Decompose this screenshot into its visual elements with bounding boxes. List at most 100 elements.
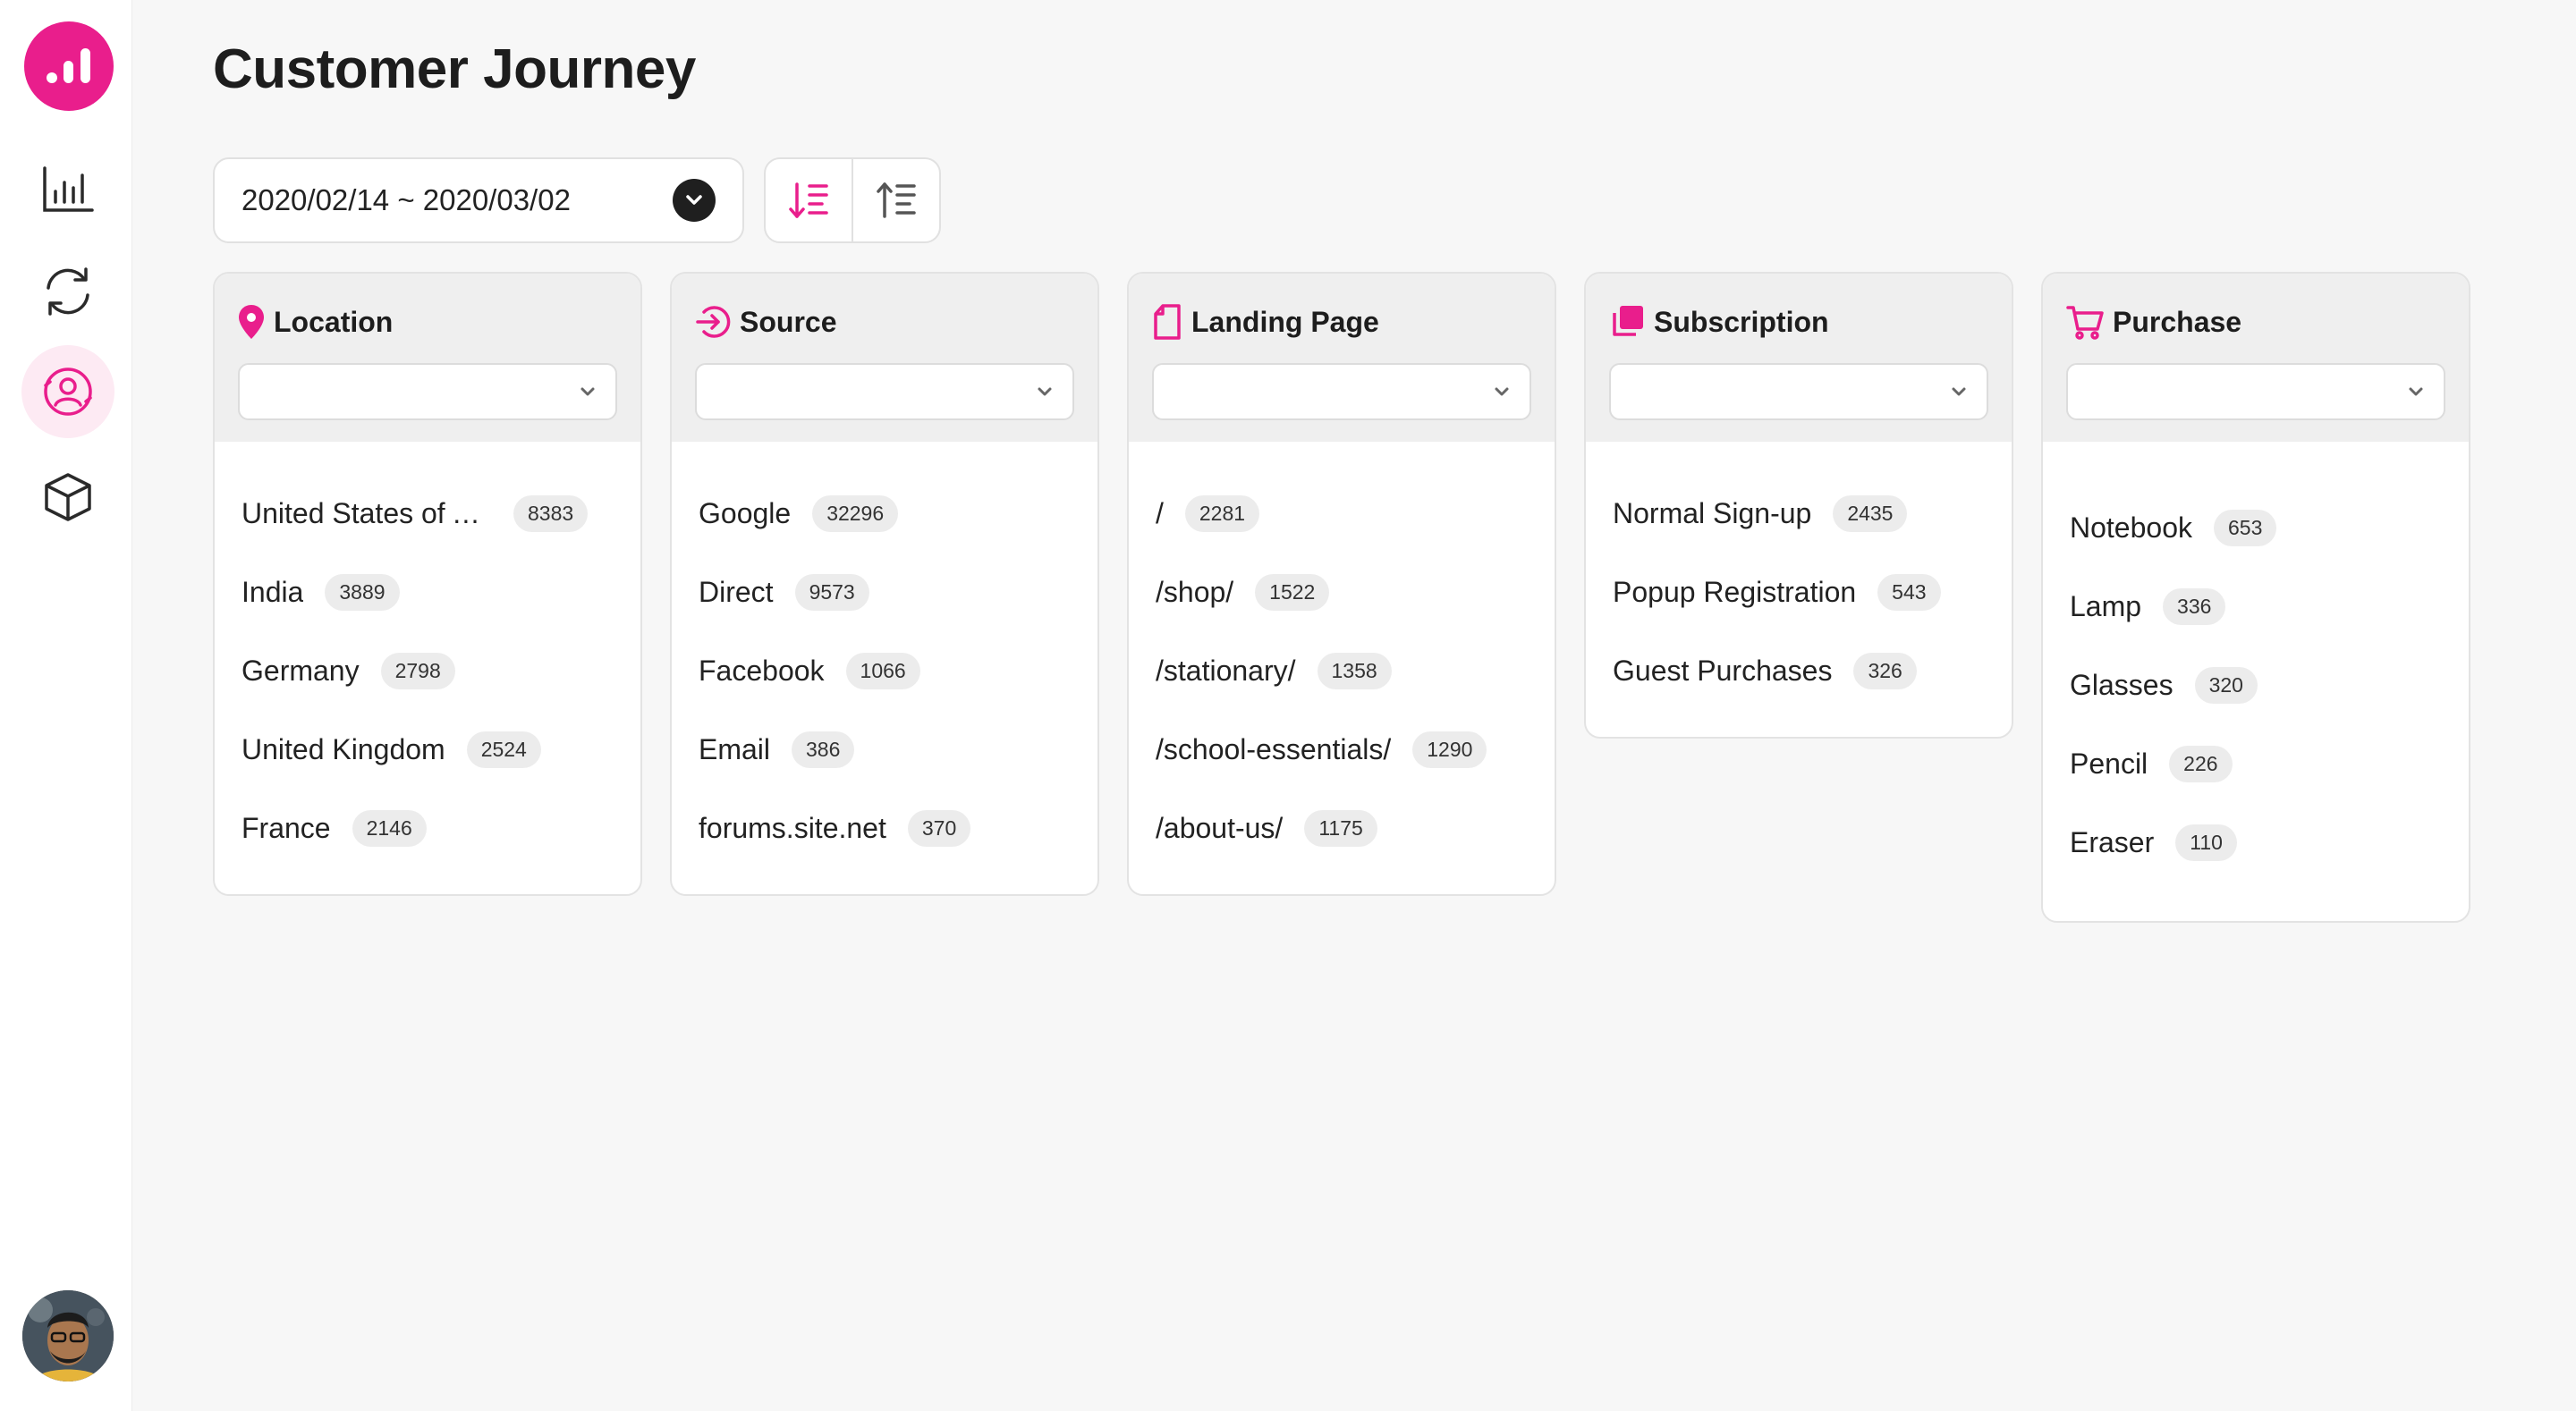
list-item[interactable]: /shop/1522	[1156, 553, 1528, 631]
card-header: Location	[215, 274, 640, 442]
item-label: /shop/	[1156, 575, 1234, 608]
count-badge: 1066	[845, 652, 920, 689]
count-badge: 3889	[325, 573, 400, 611]
date-range-picker[interactable]: 2020/02/14 ~ 2020/03/02	[213, 157, 744, 243]
item-label: Glasses	[2070, 668, 2174, 701]
count-badge: 32296	[812, 494, 899, 532]
list-item[interactable]: Google 32296	[699, 474, 1071, 553]
card-header: Source	[672, 274, 1097, 442]
list-item[interactable]: United States of A... 8383	[242, 474, 614, 553]
item-label: France	[242, 811, 331, 844]
logo-bars-icon	[47, 48, 90, 83]
list-item[interactable]: United Kingdom 2524	[242, 710, 614, 789]
card-title: Landing Page	[1152, 302, 1531, 342]
list-item[interactable]: Popup Registration 543	[1613, 553, 1985, 631]
purchase-filter-select[interactable]	[2066, 363, 2445, 420]
list-item[interactable]: Lamp 336	[2070, 567, 2442, 646]
item-label: Pencil	[2070, 747, 2148, 780]
sort-descending-button[interactable]	[766, 159, 852, 241]
user-avatar[interactable]	[22, 1290, 114, 1381]
item-label: Eraser	[2070, 825, 2155, 858]
list-item[interactable]: / 2281	[1156, 474, 1528, 553]
list-item[interactable]: Direct 9573	[699, 553, 1071, 631]
count-badge: 9573	[794, 573, 869, 611]
card-location: Location United States of A... 8383 India…	[213, 272, 642, 896]
list-item[interactable]: /stationary/1358	[1156, 631, 1528, 710]
count-badge: 8383	[513, 494, 589, 532]
card-list: Notebook 653 Lamp 336 Glasses 320 Pencil 226…	[2043, 442, 2469, 921]
item-label: /about-us/	[1156, 811, 1284, 844]
chevron-down-icon	[1038, 387, 1052, 396]
sidebar	[0, 0, 132, 1411]
bar-chart-icon	[43, 166, 94, 212]
card-list: Google 32296 Direct 9573 Facebook 1066 Emai…	[672, 442, 1097, 894]
count-badge: 370	[907, 809, 971, 847]
item-label: /	[1156, 496, 1164, 529]
sidebar-item-analytics[interactable]	[21, 143, 114, 236]
sidebar-item-sync[interactable]	[21, 245, 114, 338]
sidebar-item-products[interactable]	[21, 451, 114, 544]
landing-page-filter-select[interactable]	[1152, 363, 1531, 420]
card-title: Location	[238, 302, 617, 342]
count-badge: 386	[792, 731, 855, 768]
chevron-down-icon	[1952, 387, 1966, 396]
count-badge: 320	[2194, 666, 2258, 704]
cube-icon	[45, 473, 91, 521]
count-badge: 110	[2175, 824, 2237, 861]
list-item[interactable]: Email 386	[699, 710, 1071, 789]
chevron-down-icon	[2409, 387, 2423, 396]
item-label: India	[242, 575, 304, 608]
list-item[interactable]: Eraser 110	[2070, 803, 2442, 882]
count-badge: 2798	[380, 652, 455, 689]
list-item[interactable]: Germany 2798	[242, 631, 614, 710]
card-list: Normal Sign-up 2435 Popup Registration 543…	[1586, 442, 2012, 737]
sort-descending-icon	[789, 182, 828, 218]
item-label: Germany	[242, 654, 360, 687]
list-item[interactable]: Pencil 226	[2070, 724, 2442, 803]
item-label: Email	[699, 732, 771, 765]
list-item[interactable]: forums.site.net 370	[699, 789, 1071, 867]
page-icon	[1154, 304, 1181, 340]
list-item[interactable]: France 2146	[242, 789, 614, 867]
list-item[interactable]: /school-essentials/1290	[1156, 710, 1528, 789]
card-subscription: Subscription Normal Sign-up 2435 Popup Re…	[1584, 272, 2013, 739]
refresh-icon	[47, 267, 89, 316]
card-list: United States of A... 8383 India 3889 Germ…	[215, 442, 640, 894]
count-badge: 226	[2169, 745, 2233, 782]
list-item[interactable]: Notebook 653	[2070, 488, 2442, 567]
count-badge: 336	[2163, 587, 2226, 625]
list-item[interactable]: India 3889	[242, 553, 614, 631]
count-badge: 2435	[1833, 494, 1908, 532]
source-filter-select[interactable]	[695, 363, 1074, 420]
location-filter-select[interactable]	[238, 363, 617, 420]
item-label: Guest Purchases	[1613, 654, 1833, 687]
date-range-value: 2020/02/14 ~ 2020/03/02	[242, 183, 571, 216]
sort-ascending-button[interactable]	[852, 159, 939, 241]
chevron-down-icon[interactable]	[673, 179, 716, 222]
card-title: Source	[695, 302, 1074, 342]
card-title-label: Source	[740, 305, 837, 338]
list-item[interactable]: /about-us/1175	[1156, 789, 1528, 867]
user-journey-icon	[44, 368, 92, 416]
location-pin-icon	[239, 305, 264, 339]
count-badge: 2281	[1184, 494, 1260, 532]
item-label: United Kingdom	[242, 732, 445, 765]
list-item[interactable]: Facebook 1066	[699, 631, 1071, 710]
count-badge: 1522	[1255, 573, 1330, 611]
count-badge: 2146	[352, 809, 427, 847]
chevron-down-icon	[580, 387, 595, 396]
card-purchase: Purchase Notebook 653 Lamp 336 Glasses 320 …	[2041, 272, 2470, 923]
count-badge: 543	[1877, 573, 1941, 611]
card-title: Subscription	[1609, 302, 1988, 342]
list-item[interactable]: Normal Sign-up 2435	[1613, 474, 1985, 553]
list-item[interactable]: Guest Purchases 326	[1613, 631, 1985, 710]
list-item[interactable]: Glasses 320	[2070, 646, 2442, 724]
app-logo[interactable]	[24, 21, 114, 111]
item-label: /stationary/	[1156, 654, 1296, 687]
count-badge: 1358	[1317, 652, 1392, 689]
sidebar-item-customer-journey[interactable]	[21, 345, 114, 438]
card-header: Landing Page	[1129, 274, 1555, 442]
subscription-filter-select[interactable]	[1609, 363, 1988, 420]
item-label: Facebook	[699, 654, 825, 687]
chevron-down-icon	[1495, 387, 1509, 396]
